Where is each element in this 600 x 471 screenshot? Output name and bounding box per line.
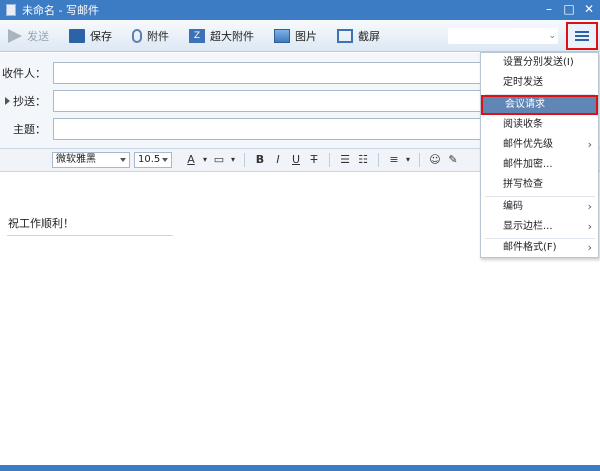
menu-list-icon: [575, 31, 589, 41]
big-attach-label: 超大附件: [210, 29, 254, 43]
underline-icon[interactable]: U: [287, 152, 305, 168]
highlight-color-icon[interactable]: ▭: [210, 152, 228, 168]
chevron-down-icon[interactable]: ▾: [228, 152, 238, 168]
menu-item-label: 邮件格式(F): [503, 242, 557, 253]
screenshot-icon: [337, 28, 353, 43]
screenshot-label: 截屏: [358, 29, 380, 43]
attach-label: 附件: [147, 29, 169, 43]
cc-label-wrap[interactable]: 抄送：: [0, 93, 52, 109]
menu-item-separate-send[interactable]: 设置分别发送(I): [481, 53, 598, 73]
divider: [419, 153, 420, 167]
minimize-icon[interactable]: –: [542, 2, 556, 16]
menu-item-label: 设置分别发送(I): [503, 57, 574, 68]
align-icon[interactable]: ≡: [385, 152, 403, 168]
menu-item-label: 拼写检查: [503, 179, 543, 190]
font-value: 微软雅黑: [56, 154, 96, 165]
menu-item-format[interactable]: 邮件格式(F) ›: [481, 238, 598, 258]
close-icon[interactable]: ✕: [582, 2, 596, 16]
maximize-icon[interactable]: □: [562, 2, 576, 16]
signature-divider: [7, 235, 173, 236]
bold-icon[interactable]: B: [251, 152, 269, 168]
chevron-down-icon: [162, 158, 168, 162]
save-icon: [69, 28, 85, 43]
divider: [329, 153, 330, 167]
expand-arrow-icon: [5, 97, 10, 105]
paperclip-icon: [132, 28, 142, 43]
chevron-right-icon: ›: [587, 220, 592, 233]
cc-label: 抄送：: [13, 95, 46, 108]
menu-item-meeting-request[interactable]: 会议请求: [481, 95, 598, 115]
subject-label: 主题：: [13, 123, 46, 136]
to-label: 收件人：: [2, 67, 46, 80]
subject-input[interactable]: [53, 118, 483, 140]
menu-item-encrypt[interactable]: 邮件加密...: [481, 155, 598, 175]
save-button[interactable]: 保存: [63, 24, 118, 48]
emoji-icon[interactable]: ☺: [426, 152, 444, 168]
big-attachment-icon: Z: [189, 28, 205, 43]
send-label: 发送: [27, 29, 49, 43]
menu-item-label: 阅读收条: [503, 119, 543, 130]
italic-icon[interactable]: I: [269, 152, 287, 168]
menu-item-priority[interactable]: 邮件优先级 ›: [481, 135, 598, 155]
menu-item-scheduled-send[interactable]: 定时发送: [481, 73, 598, 93]
font-color-icon[interactable]: A: [182, 152, 200, 168]
chevron-right-icon: ›: [587, 200, 592, 213]
window-controls: – □ ✕: [542, 2, 596, 16]
attach-button[interactable]: 附件: [126, 24, 175, 48]
toolbar: 发送 保存 附件 Z 超大附件 图片 截屏 ⌄: [0, 20, 600, 52]
document-icon: [6, 4, 16, 16]
screenshot-button[interactable]: 截屏: [331, 24, 386, 48]
picture-label: 图片: [295, 29, 317, 43]
more-options-menu: 设置分别发送(I) 定时发送 会议请求 阅读收条 邮件优先级 › 邮件加密... …: [480, 52, 599, 258]
font-size-value: 10.5: [138, 154, 161, 165]
window-title: 未命名 - 写邮件: [22, 4, 99, 17]
chevron-right-icon: ›: [587, 138, 592, 151]
brush-icon[interactable]: ✎: [444, 152, 462, 168]
picture-icon: [274, 28, 290, 43]
more-menu-button[interactable]: [566, 22, 598, 50]
title-bar: 未命名 - 写邮件 – □ ✕: [0, 0, 600, 20]
divider: [244, 153, 245, 167]
send-button[interactable]: 发送: [2, 24, 55, 48]
font-select[interactable]: 微软雅黑: [52, 152, 130, 168]
picture-button[interactable]: 图片: [268, 24, 323, 48]
account-selector[interactable]: ⌄: [448, 28, 558, 44]
menu-item-label: 显示边栏...: [503, 221, 553, 232]
menu-item-label: 邮件加密...: [503, 159, 553, 170]
numbered-list-icon[interactable]: ☷: [354, 152, 372, 168]
menu-item-spell-check[interactable]: 拼写检查: [481, 175, 598, 195]
cc-input[interactable]: [53, 90, 483, 112]
menu-item-encoding[interactable]: 编码 ›: [481, 197, 598, 217]
strikethrough-icon[interactable]: T: [305, 152, 323, 168]
font-size-select[interactable]: 10.5: [134, 152, 172, 168]
send-icon: [8, 28, 22, 43]
chevron-down-icon[interactable]: ▾: [403, 152, 413, 168]
menu-item-label: 会议请求: [505, 99, 545, 110]
window-bottom-border: [0, 465, 600, 471]
menu-item-label: 定时发送: [503, 77, 543, 88]
save-label: 保存: [90, 29, 112, 43]
chevron-right-icon: ›: [587, 241, 592, 254]
body-text: 祝工作顺利！: [8, 217, 74, 230]
menu-item-label: 邮件优先级: [503, 139, 553, 150]
chevron-down-icon[interactable]: ▾: [200, 152, 210, 168]
divider: [378, 153, 379, 167]
big-attach-button[interactable]: Z 超大附件: [183, 24, 260, 48]
bullet-list-icon[interactable]: ☰: [336, 152, 354, 168]
chevron-down-icon: [120, 158, 126, 162]
menu-item-sidebar[interactable]: 显示边栏... ›: [481, 217, 598, 237]
menu-item-read-receipt[interactable]: 阅读收条: [481, 115, 598, 135]
menu-item-label: 编码: [503, 201, 523, 212]
to-input[interactable]: [53, 62, 483, 84]
